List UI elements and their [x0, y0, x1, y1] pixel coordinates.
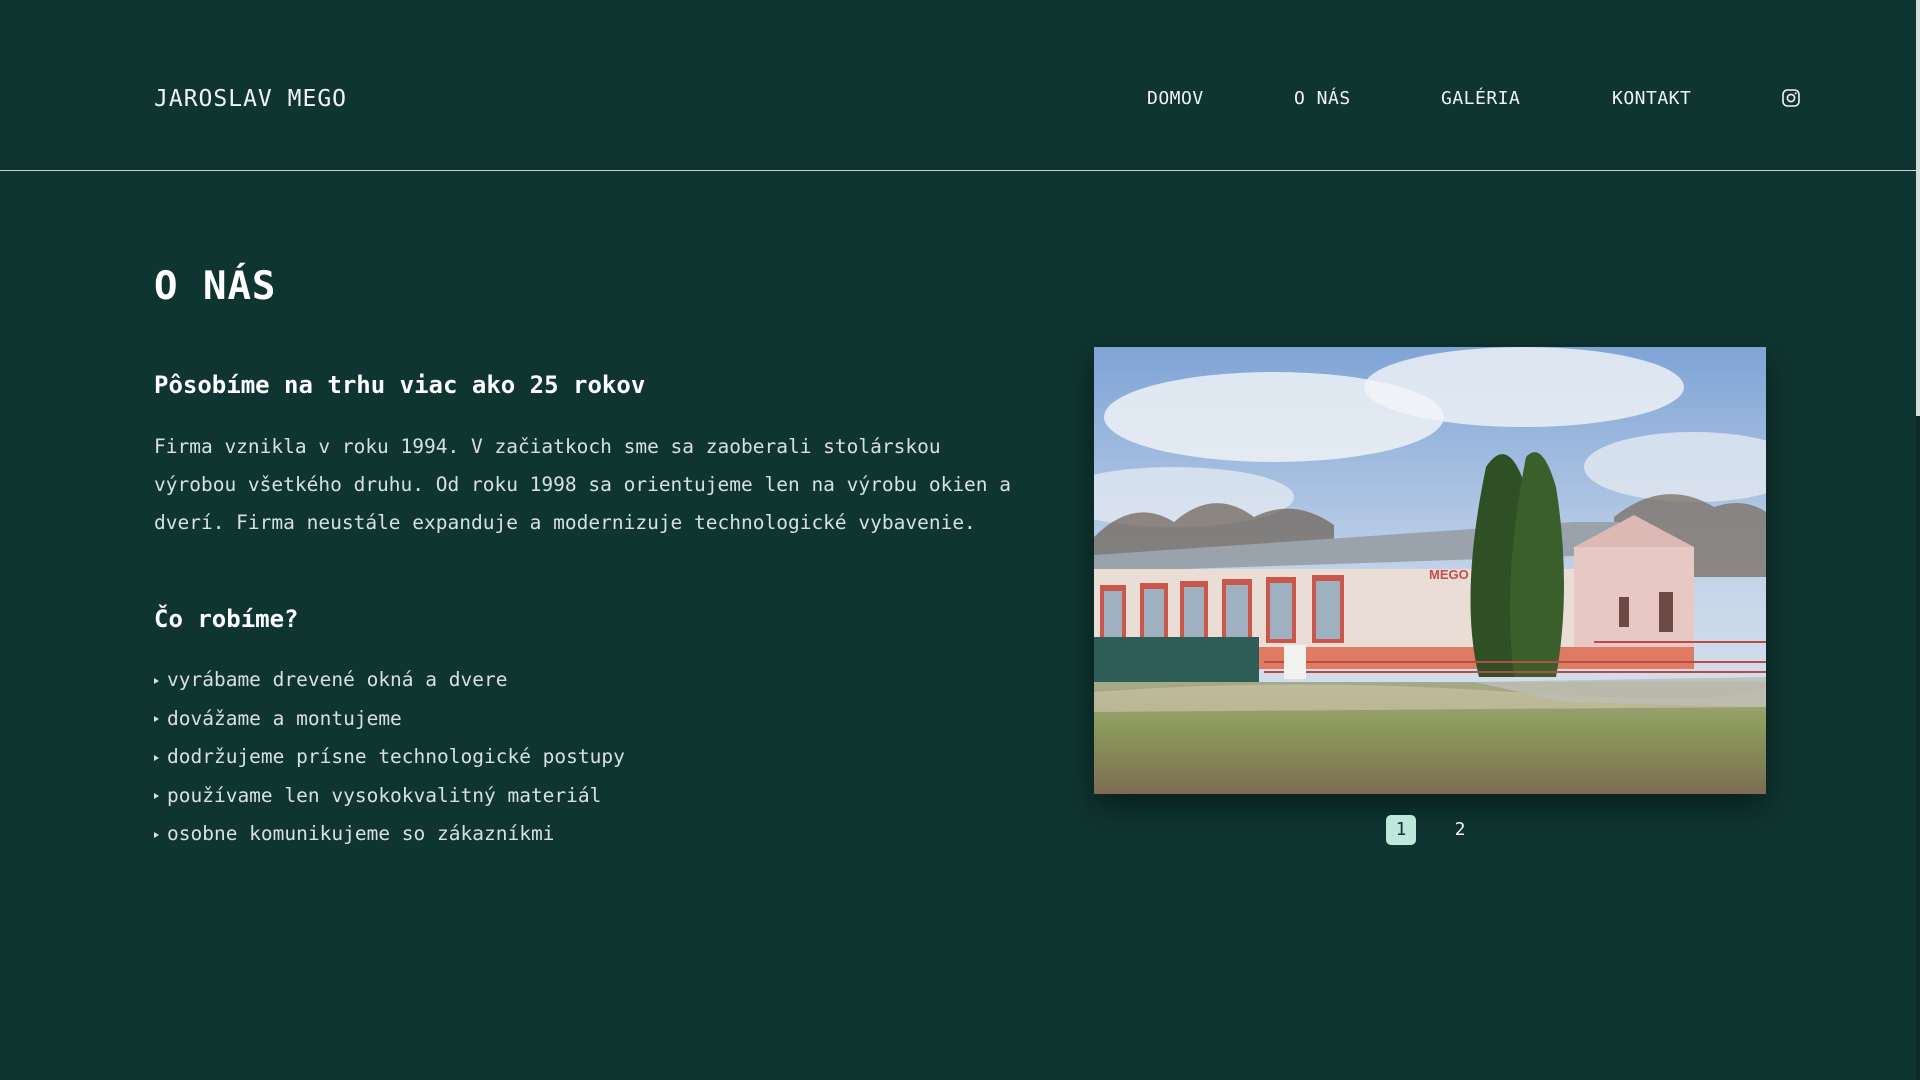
nav-o-nas[interactable]: O NÁS	[1294, 88, 1351, 109]
bullet-icon	[154, 754, 159, 761]
bullet-icon	[154, 831, 159, 838]
about-paragraph: Firma vznikla v roku 1994. V začiatkoch …	[154, 435, 1012, 534]
gallery-page-2[interactable]: 2	[1445, 815, 1475, 845]
nav-galeria[interactable]: GALÉRIA	[1441, 88, 1520, 109]
building-sign: MEGO	[1429, 567, 1469, 582]
page-title: O NÁS	[154, 264, 277, 309]
section-subtitle-services: Čo robíme?	[154, 605, 299, 633]
bullet-icon	[154, 793, 159, 800]
nav-kontakt[interactable]: KONTAKT	[1612, 88, 1691, 109]
gallery-page-1[interactable]: 1	[1386, 815, 1416, 845]
site-header: JAROSLAV MEGO DOMOV O NÁS GALÉRIA KONTAK…	[0, 0, 1916, 171]
bullet-icon	[154, 677, 159, 684]
nav-domov[interactable]: DOMOV	[1147, 88, 1204, 109]
brand-logo[interactable]: JAROSLAV MEGO	[154, 86, 347, 112]
gallery-image[interactable]: MEGO	[1094, 347, 1766, 794]
list-item: osobne komunikujeme so zákazníkmi	[154, 815, 625, 854]
instagram-icon[interactable]	[1781, 88, 1801, 108]
list-item: dovážame a montujeme	[154, 700, 625, 739]
section-subtitle-history: Pôsobíme na trhu viac ako 25 rokov	[154, 371, 646, 399]
list-item: vyrábame drevené okná a dvere	[154, 661, 625, 700]
scrollbar[interactable]	[1916, 0, 1920, 1080]
list-item: dodržujeme prísne technologické postupy	[154, 738, 625, 777]
scrollbar-thumb[interactable]	[1916, 0, 1920, 416]
bullet-icon	[154, 716, 159, 723]
services-list: vyrábame drevené okná a dvere dovážame a…	[154, 661, 625, 854]
list-item: používame len vysokokvalitný materiál	[154, 777, 625, 816]
company-building-photo: MEGO	[1094, 347, 1766, 794]
